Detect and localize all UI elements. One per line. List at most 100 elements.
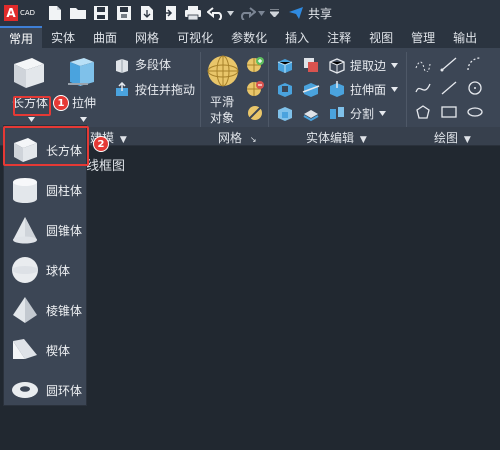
logo-letter: A <box>4 5 18 21</box>
tab-parametric[interactable]: 参数化 <box>222 26 276 48</box>
tab-visualize[interactable]: 可视化 <box>168 26 222 48</box>
panel-title-draw[interactable]: 绘图 ▼ <box>434 129 471 146</box>
extract-edges-button[interactable]: 提取边 <box>328 56 399 74</box>
tab-home[interactable]: 常用 <box>0 26 43 48</box>
construction-line-icon[interactable] <box>440 80 458 99</box>
tab-mesh[interactable]: 网格 <box>126 26 168 48</box>
polyline-icon[interactable] <box>414 56 432 75</box>
export-pdf-icon[interactable] <box>137 3 157 23</box>
presspull-button[interactable]: 按住并拖动 <box>114 81 195 98</box>
dropdown-item-cylinder[interactable]: 圆柱体 <box>4 170 88 210</box>
thicken-icon[interactable] <box>302 104 320 125</box>
extrude-icon <box>68 58 94 86</box>
undo-icon[interactable] <box>206 3 226 23</box>
subtract-icon[interactable] <box>276 80 294 101</box>
circle-icon[interactable] <box>466 80 484 99</box>
polygon-icon[interactable] <box>414 104 432 123</box>
torus-icon <box>8 373 42 407</box>
interfere-icon[interactable] <box>302 56 320 77</box>
cone-icon <box>8 213 42 247</box>
extrude-faces-dropdown-icon <box>391 86 399 92</box>
union-icon[interactable] <box>276 56 294 77</box>
chevron-down-icon: ▼ <box>359 135 367 145</box>
customize-toolbar-icon[interactable] <box>268 3 280 23</box>
dropdown-item-cone[interactable]: 圆锥体 <box>4 210 88 250</box>
panel-title-solid-edit-label: 实体编辑 <box>306 131 355 145</box>
sphere-icon <box>8 253 42 287</box>
intersect-icon[interactable] <box>276 104 294 125</box>
redo-dropdown-icon[interactable] <box>257 3 265 23</box>
smooth-object-button[interactable] <box>206 54 240 88</box>
extrude-dropdown-arrow-icon[interactable] <box>80 111 88 122</box>
extrude-faces-icon <box>330 81 344 97</box>
share-button[interactable]: 共享 <box>288 5 332 22</box>
primitive-dropdown: 长方体 圆柱体 圆锥体 球体 棱锥体 楔体 圆环体 <box>3 125 87 406</box>
highlight-box-item <box>3 126 89 166</box>
sphere-mesh-icon <box>207 55 239 87</box>
wedge-icon <box>8 333 42 367</box>
separate-dropdown-icon <box>379 110 387 116</box>
mesh-subtract-icon[interactable] <box>246 80 264 101</box>
logo-text: CAD <box>20 9 36 17</box>
panel-title-mesh-label: 网格 <box>218 131 243 145</box>
dropdown-item-pyramid[interactable]: 棱锥体 <box>4 290 88 330</box>
polysolid-label: 多段体 <box>135 58 172 72</box>
polysolid-icon <box>116 58 128 73</box>
box-icon <box>14 58 44 88</box>
separate-label: 分割 <box>350 106 375 121</box>
dropdown-item-torus[interactable]: 圆环体 <box>4 370 88 410</box>
spline-icon[interactable] <box>414 80 432 99</box>
save-icon[interactable] <box>91 3 111 23</box>
tab-insert[interactable]: 插入 <box>276 26 318 48</box>
mesh-add-icon[interactable] <box>246 56 264 77</box>
quick-access-toolbar: A CAD 共享 <box>0 0 500 26</box>
extract-edges-dropdown-icon <box>391 62 399 68</box>
print-icon[interactable] <box>183 3 203 23</box>
undo-dropdown-icon[interactable] <box>226 3 234 23</box>
smooth-object-label-1: 平滑 <box>210 95 235 109</box>
dropdown-item-wedge[interactable]: 楔体 <box>4 330 88 370</box>
tab-surface[interactable]: 曲面 <box>84 26 126 48</box>
new-file-icon[interactable] <box>45 3 65 23</box>
viewport-label[interactable]: 线框图 <box>86 155 125 174</box>
step-badge-2: 2 <box>93 136 109 152</box>
presspull-label: 按住并拖动 <box>135 83 196 97</box>
redo-icon[interactable] <box>237 3 257 23</box>
tab-solid[interactable]: 实体 <box>42 26 84 48</box>
tab-view[interactable]: 视图 <box>360 26 402 48</box>
cylinder-icon <box>8 173 42 207</box>
line-icon[interactable] <box>440 56 458 75</box>
arc-icon[interactable] <box>466 56 484 75</box>
pyramid-icon <box>8 293 42 327</box>
save-as-icon[interactable] <box>114 3 134 23</box>
extrude-button[interactable] <box>66 54 102 92</box>
tab-manage[interactable]: 管理 <box>402 26 444 48</box>
import-icon[interactable] <box>160 3 180 23</box>
app-logo[interactable]: A CAD <box>4 3 42 23</box>
launcher-icon: ↘ <box>249 135 257 144</box>
separate-button[interactable]: 分割 <box>328 104 387 122</box>
ellipse-icon[interactable] <box>466 104 484 123</box>
send-icon <box>289 7 303 19</box>
polysolid-button[interactable]: 多段体 <box>114 56 171 73</box>
extrude-label: 拉伸 <box>72 96 97 110</box>
mesh-crease-icon[interactable] <box>246 104 264 125</box>
rectangle-icon[interactable] <box>440 104 458 123</box>
tab-annotate[interactable]: 注释 <box>318 26 360 48</box>
open-folder-icon[interactable] <box>68 3 88 23</box>
box-button[interactable] <box>8 54 54 92</box>
panel-title-mesh[interactable]: 网格 ↘ <box>218 129 257 146</box>
chevron-down-icon: ▼ <box>463 135 471 145</box>
slice-icon[interactable] <box>302 80 320 101</box>
dropdown-item-label: 棱锥体 <box>46 303 83 318</box>
dropdown-item-label: 球体 <box>46 263 71 278</box>
extrude-faces-button[interactable]: 拉伸面 <box>328 80 399 98</box>
dropdown-item-label: 楔体 <box>46 343 71 358</box>
presspull-icon <box>116 81 128 96</box>
panel-title-solid-edit[interactable]: 实体编辑 ▼ <box>306 129 367 146</box>
tab-output[interactable]: 输出 <box>444 26 486 48</box>
step-badge-1: 1 <box>53 95 69 111</box>
dropdown-item-sphere[interactable]: 球体 <box>4 250 88 290</box>
separate-icon <box>330 107 344 119</box>
extrude-faces-label: 拉伸面 <box>350 82 387 97</box>
